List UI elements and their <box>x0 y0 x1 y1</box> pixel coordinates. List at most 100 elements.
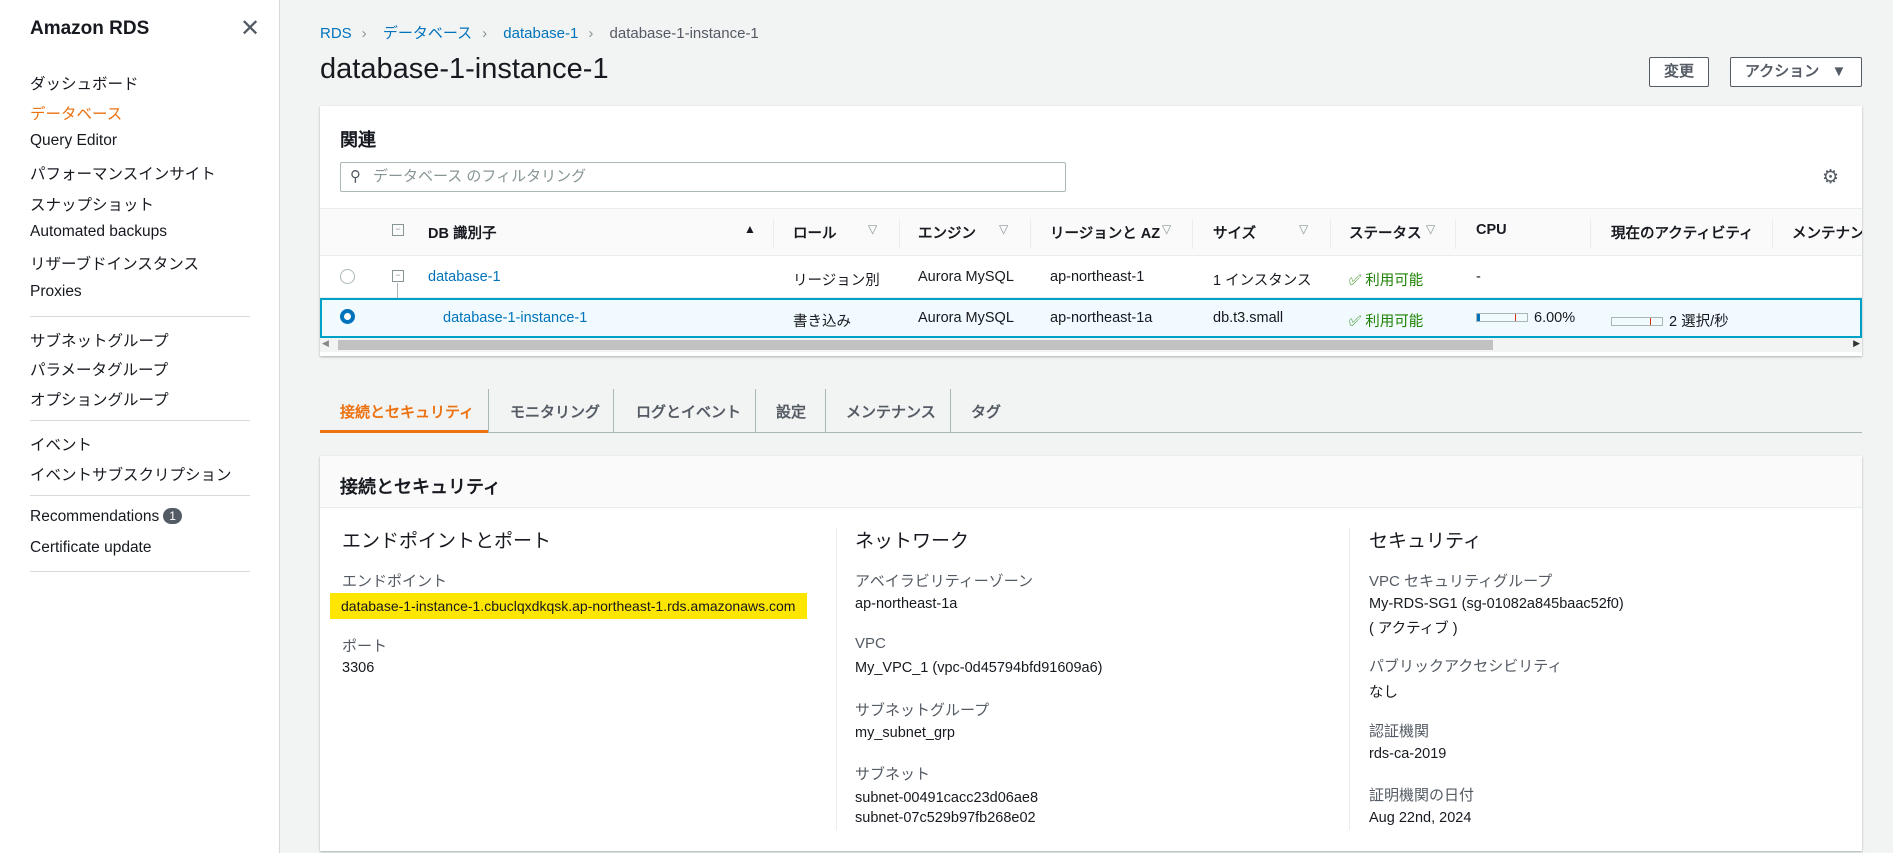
scroll-left-icon[interactable]: ◀ <box>322 338 329 349</box>
activity-cell: 2 選択/秒 <box>1611 310 1729 331</box>
subnet-link[interactable]: subnet-00491cacc23d06ae8 <box>855 790 1038 806</box>
nav-parameter-groups[interactable]: パラメータグループ <box>30 358 168 380</box>
close-icon[interactable]: ✕ <box>240 14 260 43</box>
nav-dashboard[interactable]: ダッシュボード <box>30 72 139 94</box>
filter-placeholder: データベース のフィルタリング <box>373 168 587 185</box>
sg-label: VPC セキュリティグループ <box>1369 573 1553 590</box>
nav-query-editor[interactable]: Query Editor <box>30 132 117 150</box>
nav-certificate-update[interactable]: Certificate update <box>30 539 152 557</box>
cpu-bar <box>1476 313 1528 322</box>
collapse-icon[interactable]: − <box>392 270 404 282</box>
security-heading: セキュリティ <box>1369 531 1482 552</box>
subnet-link[interactable]: subnet-07c529b97fb268e02 <box>855 810 1036 826</box>
scrollbar-thumb[interactable] <box>338 340 1493 350</box>
cpu-cell: 6.00% <box>1476 310 1575 326</box>
col-role[interactable]: ロール <box>793 222 837 243</box>
gear-icon[interactable]: ⚙ <box>1822 166 1839 189</box>
vpc-label: VPC <box>855 635 886 652</box>
nav-recommendations[interactable]: Recommendations 1 <box>30 508 182 526</box>
divider <box>30 495 250 496</box>
public-access-label: パブリックアクセシビリティ <box>1369 658 1563 675</box>
status-label: 利用可能 <box>1365 273 1424 289</box>
ca-date-value: Aug 22nd, 2024 <box>1369 810 1472 826</box>
endpoint-value: database-1-instance-1.cbuclqxdkqsk.ap-no… <box>330 593 808 619</box>
horizontal-scrollbar[interactable]: ◀ ▶ <box>320 338 1862 352</box>
nav-event-subscriptions[interactable]: イベントサブスクリプション <box>30 463 232 485</box>
col-cpu[interactable]: CPU <box>1476 222 1507 238</box>
nav-events[interactable]: イベント <box>30 433 92 455</box>
ca-date-label: 証明機関の日付 <box>1369 787 1475 804</box>
vpc-link[interactable]: My_VPC_1 (vpc-0d45794bfd91609a6) <box>855 660 1102 676</box>
sort-icon[interactable]: ▽ <box>1299 222 1308 236</box>
ca-label: 認証機関 <box>1369 723 1430 740</box>
nav-performance-insights[interactable]: パフォーマンスインサイト <box>30 162 216 184</box>
actions-button[interactable]: アクション ▼ <box>1730 57 1862 87</box>
network-heading: ネットワーク <box>855 531 970 552</box>
activity-bar <box>1611 317 1663 326</box>
check-circle-icon: ✅︎ <box>1349 314 1362 330</box>
sort-icon[interactable]: ▽ <box>868 222 877 236</box>
actions-label: アクション <box>1745 63 1820 80</box>
activity-value: 2 選択/秒 <box>1669 314 1729 330</box>
cpu-cell: - <box>1476 269 1481 285</box>
size-cell: 1 インスタンス <box>1213 273 1312 289</box>
scroll-right-icon[interactable]: ▶ <box>1853 338 1860 349</box>
breadcrumb-databases[interactable]: データベース <box>383 25 472 42</box>
nav-databases[interactable]: データベース <box>30 102 122 124</box>
collapse-all-icon[interactable]: − <box>392 224 404 236</box>
col-db-id[interactable]: DB 識別子 <box>428 222 496 243</box>
col-maintenance[interactable]: メンテナンス <box>1792 222 1862 243</box>
divider <box>30 571 250 572</box>
nav-proxies[interactable]: Proxies <box>30 283 82 301</box>
breadcrumb-database-1[interactable]: database-1 <box>503 25 578 42</box>
col-activity[interactable]: 現在のアクティビティ <box>1611 222 1754 243</box>
port-value: 3306 <box>342 660 375 676</box>
nav-reserved-instances[interactable]: リザーブドインスタンス <box>30 252 199 274</box>
related-heading: 関連 <box>340 130 376 150</box>
sort-asc-icon[interactable]: ▲ <box>744 222 756 236</box>
check-circle-icon: ✅︎ <box>1349 273 1362 289</box>
sort-icon[interactable]: ▽ <box>1426 222 1435 236</box>
subnets-label: サブネット <box>855 766 931 783</box>
nav-automated-backups[interactable]: Automated backups <box>30 223 167 241</box>
db-id-link[interactable]: database-1-instance-1 <box>443 310 587 326</box>
row-radio-selected[interactable] <box>340 309 355 324</box>
region-cell: ap-northeast-1 <box>1050 269 1145 285</box>
nav-subnet-groups[interactable]: サブネットグループ <box>30 329 169 351</box>
row-radio[interactable] <box>340 269 355 284</box>
endpoint-heading: エンドポイントとポート <box>342 531 552 552</box>
db-id-link[interactable]: database-1 <box>428 269 501 285</box>
tab-maintenance[interactable]: メンテナンス <box>846 401 936 422</box>
modify-button[interactable]: 変更 <box>1649 57 1710 87</box>
divider <box>30 420 250 421</box>
ca-value: rds-ca-2019 <box>1369 746 1447 762</box>
col-size[interactable]: サイズ <box>1213 222 1256 243</box>
nav-label: Recommendations <box>30 508 160 525</box>
connectivity-panel: 接続とセキュリティ <box>320 456 1862 851</box>
col-status[interactable]: ステータス <box>1349 222 1422 243</box>
sg-link[interactable]: My-RDS-SG1 (sg-01082a845baac52f0) <box>1369 596 1624 612</box>
public-access-value: なし <box>1369 685 1398 701</box>
tab-logs-events[interactable]: ログとイベント <box>636 401 741 422</box>
panel-title: 接続とセキュリティ <box>340 477 501 497</box>
breadcrumb-rds[interactable]: RDS <box>320 25 352 42</box>
tab-bar: 接続とセキュリティ モニタリング ログとイベント 設定 メンテナンス タグ <box>320 389 1862 433</box>
tab-configuration[interactable]: 設定 <box>776 401 806 422</box>
sort-icon[interactable]: ▽ <box>1162 222 1171 236</box>
filter-input[interactable]: ⚲ データベース のフィルタリング <box>340 162 1066 192</box>
nav-snapshots[interactable]: スナップショット <box>30 193 154 215</box>
col-region-az[interactable]: リージョンと AZ <box>1050 222 1160 243</box>
engine-cell: Aurora MySQL <box>918 310 1014 326</box>
sort-icon[interactable]: ▽ <box>999 222 1008 236</box>
tab-tags[interactable]: タグ <box>971 401 1001 422</box>
nav-option-groups[interactable]: オプショングループ <box>30 388 169 410</box>
sidebar-title: Amazon RDS <box>30 18 150 39</box>
panel-header <box>320 456 1862 508</box>
tab-connectivity-security[interactable]: 接続とセキュリティ <box>340 401 474 422</box>
status-cell: ✅︎ 利用可能 <box>1349 310 1423 331</box>
tab-monitoring[interactable]: モニタリング <box>510 401 600 422</box>
breadcrumb: RDS › データベース › database-1 › database-1-inst… <box>320 25 759 42</box>
col-engine[interactable]: エンジン <box>918 222 976 243</box>
az-value: ap-northeast-1a <box>855 596 958 612</box>
region-cell: ap-northeast-1a <box>1050 310 1153 326</box>
